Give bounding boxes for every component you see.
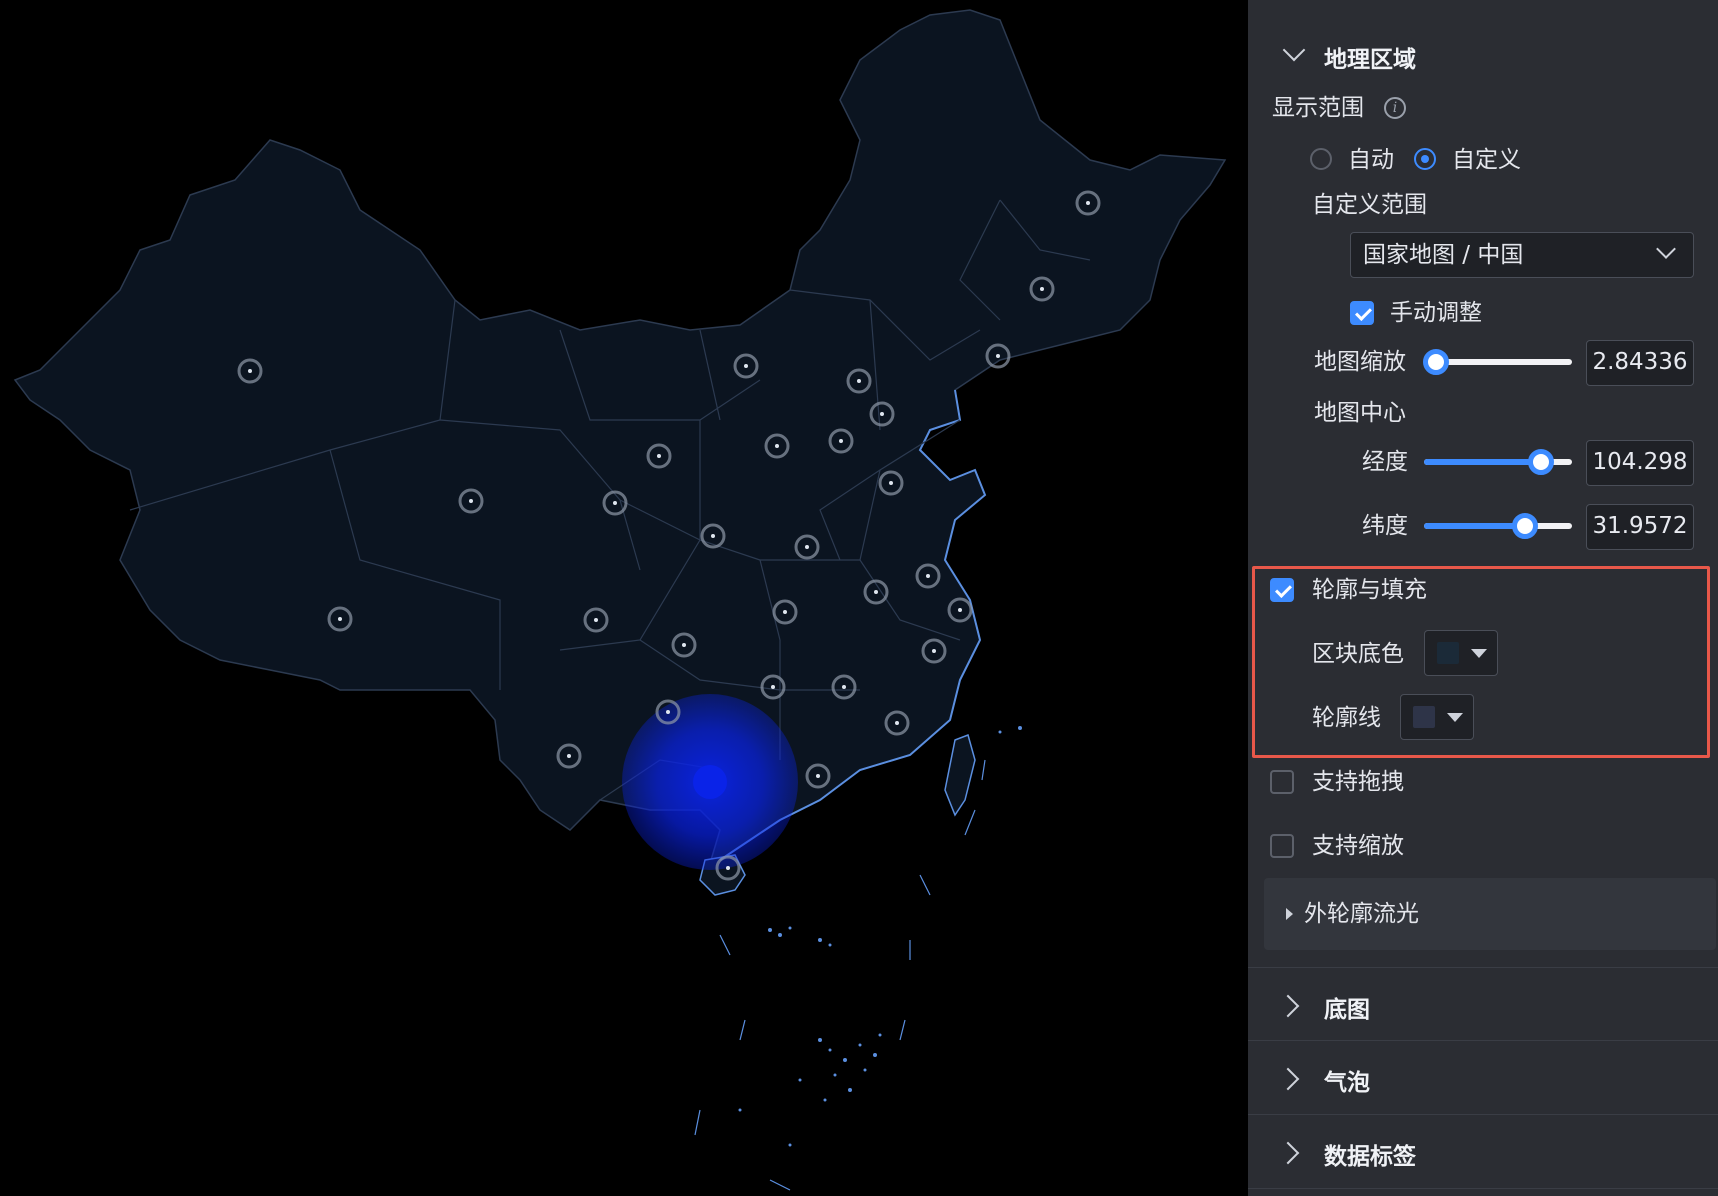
geo-section-header[interactable]: 地理区域	[1280, 38, 1580, 73]
latitude-slider[interactable]	[1424, 513, 1572, 539]
chevron-down-icon	[1656, 239, 1676, 259]
section-data-labels[interactable]: 数据标签	[1276, 1137, 1700, 1170]
map-canvas[interactable]	[0, 0, 1248, 1196]
outline-color-picker[interactable]	[1400, 694, 1474, 740]
radio-auto-circle[interactable]	[1310, 148, 1332, 170]
chevron-right-icon	[1276, 1067, 1300, 1091]
divider	[1248, 1188, 1718, 1189]
outline-fill-checkbox[interactable]: 轮廓与填充	[1270, 575, 1490, 605]
section-bubble-title: 气泡	[1324, 1070, 1370, 1096]
custom-range-label: 自定义范围	[1312, 192, 1427, 218]
caret-right-icon	[1286, 908, 1293, 920]
longitude-slider-fill	[1424, 459, 1541, 465]
info-icon[interactable]: i	[1384, 97, 1406, 119]
chevron-right-icon	[1276, 994, 1300, 1018]
custom-range-select[interactable]: 国家地图 / 中国	[1350, 232, 1694, 278]
taiwan-island	[944, 734, 976, 817]
zoom-support-checkbox[interactable]: 支持缩放	[1270, 831, 1490, 861]
latitude-slider-thumb[interactable]	[1511, 513, 1538, 539]
block-color-swatch	[1437, 642, 1459, 664]
longitude-input[interactable]: 104.298	[1586, 440, 1694, 486]
latitude-input[interactable]: 31.9572	[1586, 504, 1694, 550]
outline-fill-label: 轮廓与填充	[1312, 577, 1427, 603]
zoom-input[interactable]: 2.84336	[1586, 340, 1694, 386]
caret-down-icon	[1447, 713, 1463, 722]
latitude-slider-fill	[1424, 523, 1525, 529]
caret-down-icon	[1471, 649, 1487, 658]
drag-label: 支持拖拽	[1312, 769, 1404, 795]
center-label: 地图中心	[1314, 400, 1406, 426]
chevron-down-icon	[1282, 38, 1306, 62]
longitude-slider[interactable]	[1424, 449, 1572, 475]
radio-auto-label: 自动	[1348, 147, 1394, 173]
custom-range-value: 国家地图 / 中国	[1363, 242, 1524, 268]
zoom-label: 地图缩放	[1314, 349, 1406, 375]
zoom-support-label: 支持缩放	[1312, 833, 1404, 859]
manual-adjust-label: 手动调整	[1390, 300, 1482, 326]
section-data-labels-title: 数据标签	[1324, 1144, 1416, 1170]
settings-panel: 地理区域 显示范围 i 自动 自定义 自定义范围 国家地图 / 中国 手动调整 …	[1248, 0, 1718, 1196]
manual-adjust-checkbox[interactable]: 手动调整	[1350, 298, 1510, 328]
zoom-support-check[interactable]	[1270, 834, 1294, 858]
block-color-picker[interactable]	[1424, 630, 1498, 676]
drag-checkbox[interactable]: 支持拖拽	[1270, 767, 1490, 797]
divider	[1248, 967, 1718, 968]
glow-label: 外轮廓流光	[1304, 901, 1419, 927]
latitude-label: 纬度	[1362, 513, 1408, 539]
geo-section-title: 地理区域	[1324, 47, 1416, 73]
zoom-slider[interactable]	[1422, 349, 1572, 375]
manual-adjust-check[interactable]	[1350, 301, 1374, 325]
radio-custom-circle[interactable]	[1414, 148, 1436, 170]
display-range-label: 显示范围	[1272, 95, 1364, 121]
china-mainland	[13, 9, 1227, 891]
radio-custom-label: 自定义	[1452, 147, 1521, 173]
china-map[interactable]	[0, 0, 1248, 1196]
bubble-core	[693, 765, 727, 799]
zoom-slider-thumb[interactable]	[1422, 349, 1449, 375]
chevron-right-icon	[1276, 1141, 1300, 1165]
divider	[1248, 1040, 1718, 1041]
section-bubble[interactable]: 气泡	[1276, 1063, 1700, 1096]
radio-custom[interactable]: 自定义	[1414, 145, 1554, 175]
longitude-label: 经度	[1362, 449, 1408, 475]
section-basemap[interactable]: 底图	[1276, 990, 1700, 1023]
glow-section[interactable]: 外轮廓流光	[1264, 878, 1716, 950]
longitude-slider-thumb[interactable]	[1527, 449, 1554, 475]
outline-color-swatch	[1413, 706, 1435, 728]
radio-auto[interactable]: 自动	[1310, 145, 1420, 175]
section-basemap-title: 底图	[1324, 997, 1370, 1023]
block-color-label: 区块底色	[1312, 641, 1404, 667]
outline-fill-check[interactable]	[1270, 578, 1294, 602]
divider	[1248, 1114, 1718, 1115]
drag-check[interactable]	[1270, 770, 1294, 794]
outline-color-label: 轮廓线	[1312, 705, 1381, 731]
